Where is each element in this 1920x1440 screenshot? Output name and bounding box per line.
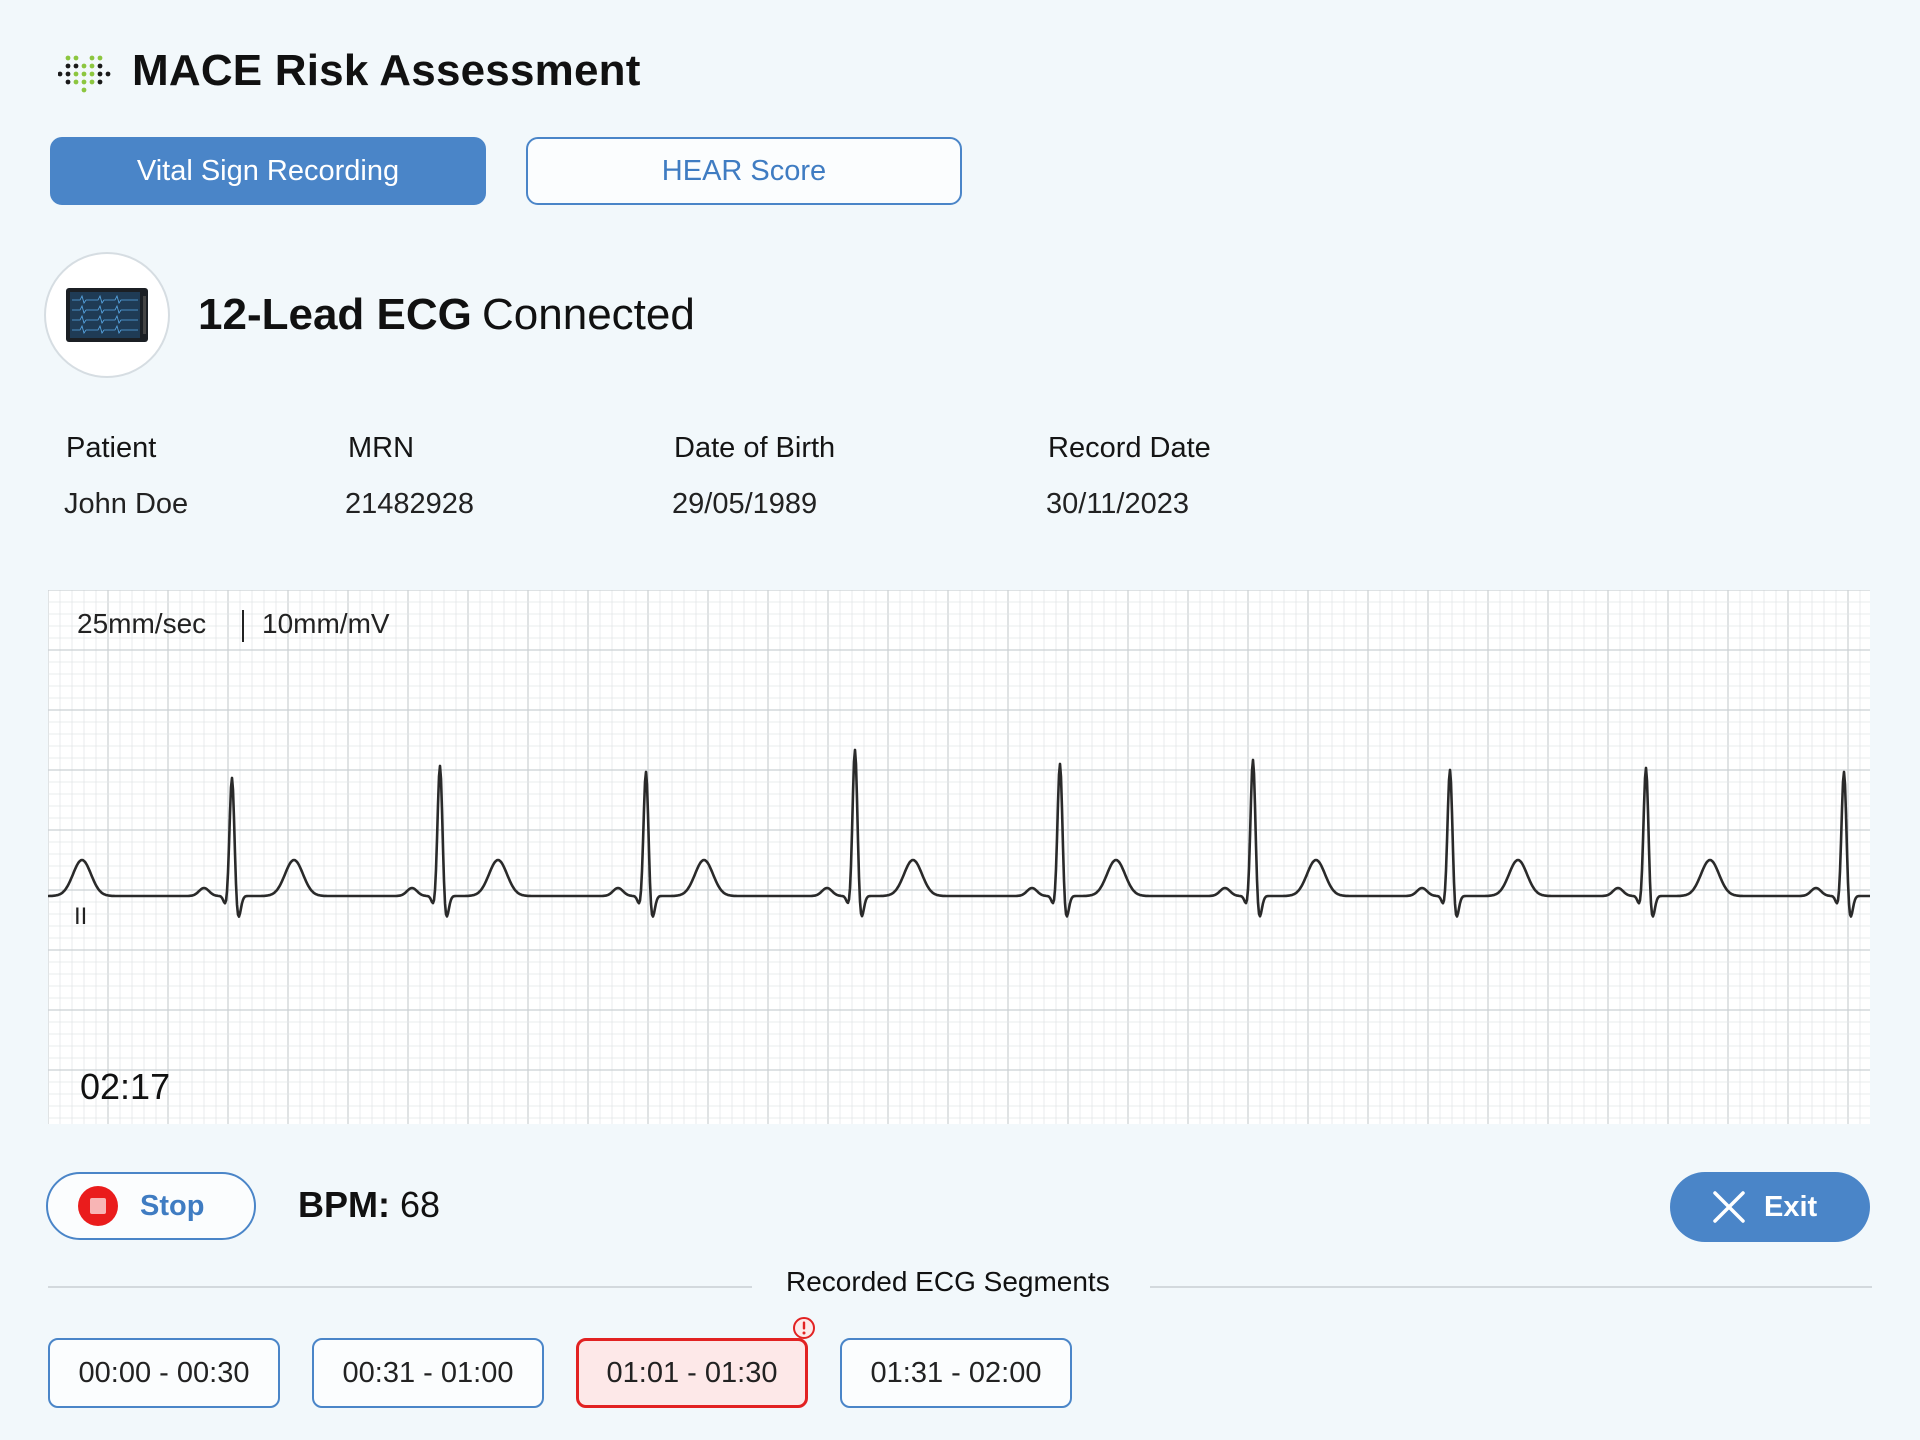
ecg-speed: 25mm/sec [77, 608, 207, 639]
mrn-label: MRN [348, 432, 415, 464]
recording-timer: 02:17 [80, 1066, 171, 1107]
segment-button-3[interactable]: 01:01 - 01:30 [576, 1338, 808, 1408]
app-title: MACE Risk Assessment [132, 46, 641, 95]
segment-button-2[interactable]: 00:31 - 01:00 [312, 1338, 544, 1408]
record-date-value: 30/11/2023 [1046, 488, 1189, 520]
page: MACE Risk Assessment Vital Sign Recordin… [0, 0, 1920, 1440]
segment-button-1[interactable]: 00:00 - 00:30 [48, 1338, 280, 1408]
stop-icon [78, 1186, 118, 1226]
bpm-readout: BPM: 68 [298, 1184, 440, 1226]
bpm-label: BPM: [298, 1184, 390, 1225]
stop-button-label: Stop [140, 1189, 205, 1222]
exit-button[interactable]: Exit [1670, 1172, 1870, 1242]
patient-label: Patient [66, 432, 157, 464]
divider-right [1150, 1286, 1872, 1288]
device-status: Connected [482, 290, 695, 339]
record-date-label: Record Date [1048, 432, 1211, 464]
close-icon [1713, 1191, 1745, 1223]
ecg-lead-label: II [74, 903, 88, 930]
segment-button-4[interactable]: 01:31 - 02:00 [840, 1338, 1072, 1408]
warning-icon [793, 1317, 815, 1339]
stop-button[interactable]: Stop [46, 1172, 256, 1240]
heart-dots-logo-icon [58, 55, 111, 93]
tab-vital-sign-recording[interactable]: Vital Sign Recording [50, 137, 486, 205]
exit-button-label: Exit [1764, 1190, 1818, 1223]
segments-title: Recorded ECG Segments [786, 1266, 1110, 1297]
patient-name: John Doe [64, 488, 189, 520]
ecg-paper [48, 590, 1870, 1124]
divider-left [48, 1286, 752, 1288]
ecg-scale-divider [242, 610, 244, 642]
ecg-strip [48, 590, 1870, 1124]
bpm-value: 68 [400, 1184, 441, 1225]
device-name: 12-Lead ECG [198, 290, 472, 339]
tab-hear-score[interactable]: HEAR Score [526, 137, 962, 205]
ecg-device-image [44, 252, 170, 378]
ecg-monitor-icon [66, 288, 148, 342]
dob-label: Date of Birth [674, 432, 836, 464]
ecg-gain: 10mm/mV [262, 608, 390, 639]
dob-value: 29/05/1989 [672, 488, 818, 520]
mrn-value: 21482928 [345, 488, 475, 520]
